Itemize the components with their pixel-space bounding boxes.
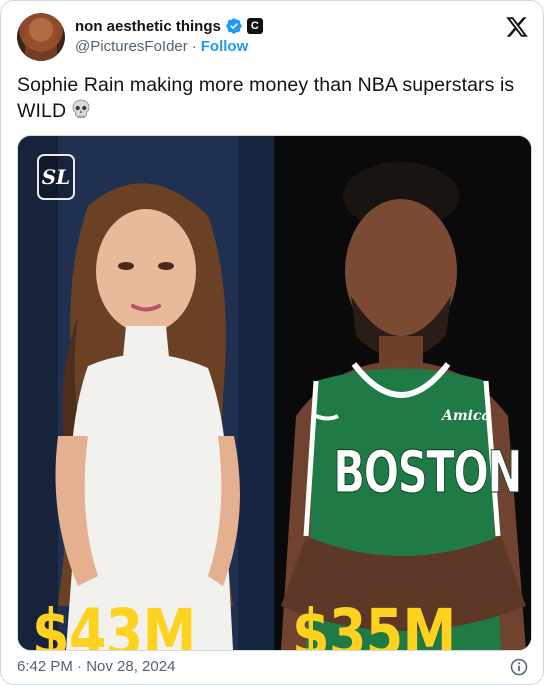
tweet-card: non aesthetic things C @PicturesFoIder ·…: [0, 0, 544, 685]
handle[interactable]: @PicturesFoIder: [75, 38, 188, 55]
follow-button[interactable]: Follow: [201, 38, 249, 55]
name-row: non aesthetic things C: [75, 16, 263, 36]
display-name[interactable]: non aesthetic things: [75, 18, 221, 35]
left-amount: $43M: [32, 595, 196, 650]
tweet-text: Sophie Rain making more money than NBA s…: [17, 72, 527, 124]
media-left-panel: SL $43M: [18, 136, 274, 650]
right-amount: $35M: [292, 595, 456, 650]
tweet-footer: 6:42 PM · Nov 28, 2024: [17, 658, 531, 678]
media-logo: SL: [37, 154, 75, 200]
separator: ·: [191, 38, 197, 55]
timestamp[interactable]: 6:42 PM · Nov 28, 2024: [17, 658, 175, 675]
info-icon[interactable]: [509, 657, 529, 677]
verified-icon: [226, 18, 242, 34]
jersey-brand: Amica: [442, 408, 491, 424]
skull-icon: [72, 99, 90, 118]
woman-photo: [18, 136, 274, 650]
avatar[interactable]: [17, 13, 65, 61]
x-logo-icon[interactable]: [505, 15, 529, 39]
jersey-team: BOSTON: [333, 438, 523, 507]
affiliate-badge[interactable]: C: [246, 18, 263, 34]
tweet-header: non aesthetic things C @PicturesFoIder ·…: [17, 13, 531, 61]
media-right-panel: Amica BOSTON $35M: [276, 136, 531, 650]
handle-row: @PicturesFoIder · Follow: [75, 38, 263, 55]
tweet-media[interactable]: SL $43M Amica BOSTON $35M: [17, 135, 532, 651]
author-info: non aesthetic things C @PicturesFoIder ·…: [75, 16, 263, 55]
player-photo: [276, 136, 531, 650]
